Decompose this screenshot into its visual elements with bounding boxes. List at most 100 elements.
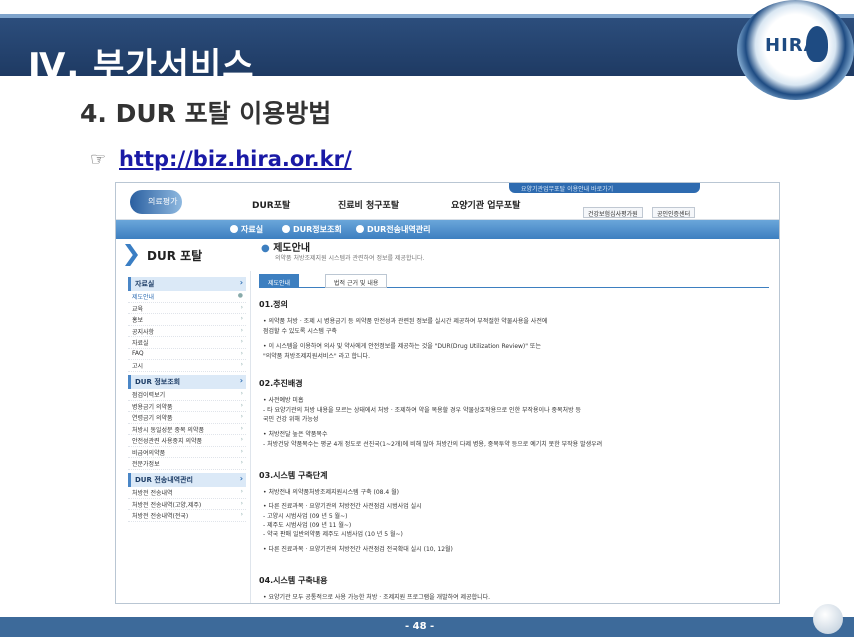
menu-header-dur-info[interactable]: DUR 정보조회 › xyxy=(128,375,246,389)
bullet-circle-icon: ● xyxy=(261,243,270,254)
chevron-right-icon: ● xyxy=(237,292,243,299)
menu-item[interactable]: 처방시 동일성분 중복 의약품 › xyxy=(128,424,246,435)
section-line: - 타 요양기관의 처방 내용을 모르는 상태에서 처방 · 조제하여 약을 복… xyxy=(263,407,582,414)
menu-item-label: 공지사항 xyxy=(132,328,155,336)
menu-group-dur-info: DUR 정보조회 › 점검이력보기 › 병용금기 의약품 › 연령금기 의약품 › 처방… xyxy=(128,375,246,470)
slide-title: Ⅳ. 부가서비스 xyxy=(28,46,255,86)
menu-item[interactable]: 처방전 전송내역 › xyxy=(128,487,246,499)
section-heading: 04.시스템 구축내용 xyxy=(259,576,328,585)
menu-item-label: 연령금기 의약품 xyxy=(132,415,173,422)
main-content: ● 제도안내 의약품 처방조제지원 시스템과 관련하여 정보를 제공합니다. 제… xyxy=(259,239,779,603)
section-line: - 약국 판매 일반의약품 제주도 시범사업 (10 년 5 월~) xyxy=(263,531,403,538)
chevron-right-icon: › xyxy=(240,424,243,432)
chevron-right-icon xyxy=(125,244,138,266)
menu-item-label: 처방전 전송내역 xyxy=(132,490,173,497)
chevron-right-icon: › xyxy=(240,488,243,495)
subnav-dur-info[interactable]: DUR정보조회 xyxy=(282,224,342,235)
section-heading: 03.시스템 구축단계 xyxy=(259,471,328,480)
chevron-right-icon: › xyxy=(240,326,243,334)
menu-item[interactable]: 비급여의약품 › xyxy=(128,447,246,458)
menu-item-label: 병용금기 의약품 xyxy=(132,403,173,411)
subnav-dur-transmission-label: DUR전송내역관리 xyxy=(367,225,431,234)
corner-orb-icon xyxy=(813,604,843,634)
menu-item-label: 전문가정보 xyxy=(132,461,160,468)
sidebar-title: DUR 포탈 xyxy=(147,249,203,263)
menu-group-library: 자료실 › 제도안내 ● 교육 › 홍보 › 공지사항 › 자료실 › FAQ › 고시 › xyxy=(128,277,246,372)
menu-item[interactable]: FAQ › xyxy=(128,349,246,360)
menu-item[interactable]: 교육 › xyxy=(128,303,246,314)
menu-item[interactable]: 자료실 › xyxy=(128,337,246,349)
chevron-right-icon: › xyxy=(240,390,243,397)
certificate-center-button[interactable]: 공인인증센터 xyxy=(652,207,696,218)
menu-item-label: 홍보 xyxy=(132,317,144,324)
chevron-right-icon: › xyxy=(240,303,243,311)
menu-header-label: DUR 전송내역관리 xyxy=(135,476,193,484)
section-line: • 사전예방 미흡 xyxy=(263,397,304,404)
chevron-right-icon: › xyxy=(239,278,243,287)
subnav-library[interactable]: 자료실 xyxy=(230,224,263,235)
menu-item-label: 처방시 동일성분 중복 의약품 xyxy=(132,426,204,434)
tab-system-guide[interactable]: 제도안내 xyxy=(259,274,300,288)
section-line: - 처방건당 약품목수는 평균 4개 정도로 선진국(1~2개)에 비해 많아 … xyxy=(263,441,603,448)
portal-top-navigation: 의료평가 DUR포탈 진료비 청구포탈 요양기관 업무포탈 요양기관업무포탈 이… xyxy=(116,183,779,220)
circle-arrow-icon xyxy=(356,225,364,233)
title-banner: Ⅳ. 부가서비스 xyxy=(0,14,854,86)
sidebar-header: DUR 포탈 xyxy=(116,239,251,271)
portal-sub-navigation: 자료실 DUR정보조회 DUR전송내역관리 xyxy=(116,220,779,239)
nav-claims-portal[interactable]: 진료비 청구포탈 xyxy=(338,198,399,211)
menu-item[interactable]: 제도안내 ● xyxy=(128,291,246,303)
chevron-right-icon: › xyxy=(240,459,243,466)
subnav-dur-info-label: DUR정보조회 xyxy=(293,225,342,234)
menu-item[interactable]: 처방전 전송내역(고양,제주) › xyxy=(128,499,246,510)
section-heading: 01.정의 xyxy=(259,300,288,309)
top-notice-bar[interactable]: 요양기관업무포탈 이용안내 바로가기 xyxy=(509,183,700,193)
content-description: 의약품 처방조제지원 시스템과 관련하여 정보를 제공합니다. xyxy=(275,255,425,262)
menu-header-library[interactable]: 자료실 › xyxy=(128,277,246,291)
menu-item[interactable]: 전문가정보 › xyxy=(128,458,246,470)
menu-item[interactable]: 점검이력보기 › xyxy=(128,389,246,401)
portal-logo[interactable]: 의료평가 xyxy=(130,190,182,214)
menu-header-dur-transmission[interactable]: DUR 전송내역관리 › xyxy=(128,473,246,487)
nav-institution-portal[interactable]: 요양기관 업무포탈 xyxy=(451,198,520,211)
page-number: - 48 - xyxy=(405,621,435,632)
chevron-right-icon: › xyxy=(240,361,243,368)
menu-item[interactable]: 처방전 전송내역(전국) › xyxy=(128,510,246,522)
menu-group-dur-transmission: DUR 전송내역관리 › 처방전 전송내역 › 처방전 전송내역(고양,제주) › 처… xyxy=(128,473,246,522)
section-line: - 고양시 시범사업 (09 년 5 월~) xyxy=(263,513,348,520)
subnav-dur-transmission[interactable]: DUR전송내역관리 xyxy=(356,224,430,235)
menu-item[interactable]: 병용금기 의약품 › xyxy=(128,401,246,412)
hira-home-button[interactable]: 건강보험심사평가원 xyxy=(583,207,643,218)
section-line: 국민 건강 위해 가능성 xyxy=(263,416,319,423)
pointing-hand-icon: ☞ xyxy=(90,149,107,170)
menu-item[interactable]: 홍보 › xyxy=(128,314,246,326)
portal-url-link[interactable]: http://biz.hira.or.kr/ xyxy=(119,147,352,171)
left-sidebar: DUR 포탈 자료실 › 제도안내 ● 교육 › 홍보 › 공지사항 › 자료실 › FAQ… xyxy=(116,239,251,603)
portal-screenshot: 의료평가 DUR포탈 진료비 청구포탈 요양기관 업무포탈 요양기관업무포탈 이… xyxy=(115,182,780,604)
section-line: "의약품 처방조제지원서비스" 라고 합니다. xyxy=(263,353,370,360)
menu-item-label: 교육 xyxy=(132,305,144,313)
menu-item-label: 제도안내 xyxy=(132,294,155,301)
menu-item-label: 고시 xyxy=(132,363,144,370)
tab-legal-basis[interactable]: 법적 근거 및 내용 xyxy=(325,274,388,288)
chevron-right-icon: › xyxy=(240,349,243,357)
subnav-library-label: 자료실 xyxy=(241,225,264,234)
hira-logo-mark-icon xyxy=(806,26,828,62)
chevron-right-icon: › xyxy=(240,315,243,322)
menu-item-label: 점검이력보기 xyxy=(132,392,166,399)
menu-item-label: 처방전 전송내역(고양,제주) xyxy=(132,501,202,509)
section-line: • 다른 진료과목 · 요양기관의 처방전간 사전점검 전국확대 실시 (10,… xyxy=(263,546,453,553)
slide: Ⅳ. 부가서비스 HIRA 4. DUR 포탈 이용방법 ☞ http://bi… xyxy=(0,0,854,637)
menu-item-label: 안전성관련 사용중지 의약품 xyxy=(132,438,203,445)
menu-item[interactable]: 공지사항 › xyxy=(128,326,246,337)
slide-subtitle: 4. DUR 포탈 이용방법 xyxy=(80,99,332,128)
menu-item[interactable]: 고시 › xyxy=(128,360,246,372)
menu-item-label: 비급여의약품 xyxy=(132,449,166,457)
circle-arrow-icon xyxy=(230,225,238,233)
section-heading: 02.추진배경 xyxy=(259,379,303,388)
section-line: • 이 시스템을 이용하여 의사 및 약사에게 안전정보를 제공하는 것을 "D… xyxy=(263,343,541,350)
chevron-right-icon: › xyxy=(239,474,243,483)
menu-item[interactable]: 안전성관련 사용중지 의약품 › xyxy=(128,435,246,447)
menu-item-label: FAQ xyxy=(132,349,144,357)
nav-dur-portal[interactable]: DUR포탈 xyxy=(252,198,290,211)
menu-item[interactable]: 연령금기 의약품 › xyxy=(128,412,246,424)
